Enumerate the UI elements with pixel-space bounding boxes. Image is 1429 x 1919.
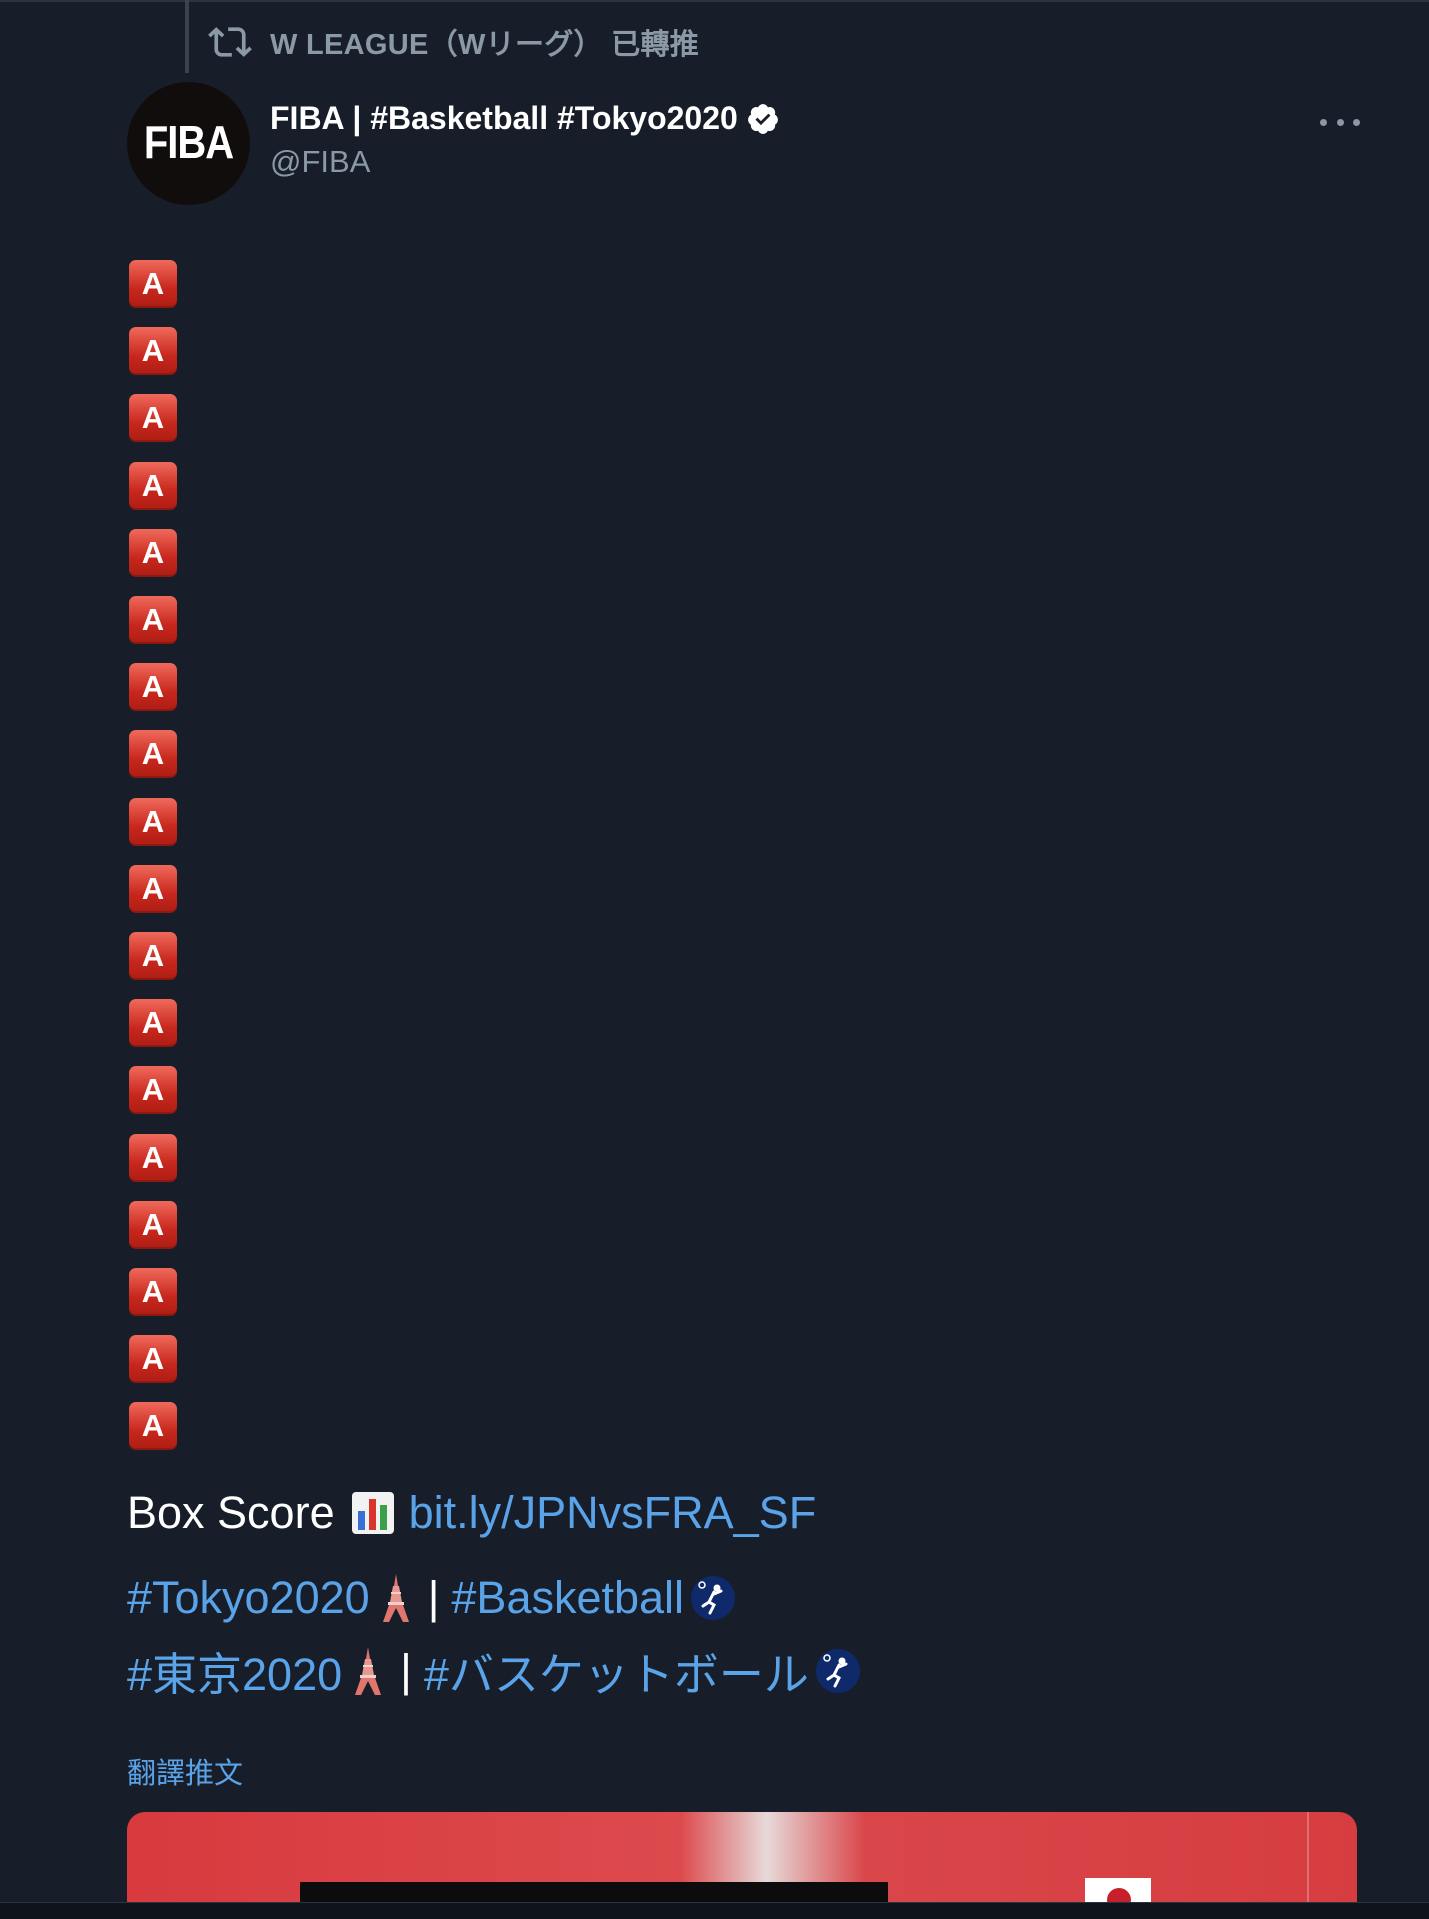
a-button-emoji-icon: A [129, 932, 177, 980]
verified-badge-icon [747, 103, 778, 134]
a-emoji-letter: A [141, 1072, 165, 1107]
more-icon-dot [1353, 118, 1360, 126]
a-button-emoji-icon: A [129, 327, 177, 375]
more-options-button[interactable] [1320, 102, 1360, 142]
bottom-bar [0, 1902, 1429, 1919]
author-name-row[interactable]: FIBA | #Basketball #Tokyo2020 [270, 100, 780, 137]
a-emoji-letter: A [141, 804, 165, 839]
a-button-emoji-icon: A [129, 260, 177, 308]
hashtag-separator: | [427, 1572, 440, 1623]
box-score-line: Box Score bit.ly/JPNvsFRA_SF [127, 1487, 816, 1539]
a-button-emoji-icon: A [129, 1066, 177, 1114]
a-emoji-letter: A [141, 871, 165, 906]
a-emoji-letter: A [141, 602, 165, 637]
a-button-emoji-icon: A [129, 798, 177, 846]
a-button-emoji-icon: A [129, 596, 177, 644]
hashtag-tokyo2020-jp[interactable]: #東京2020 [127, 1638, 342, 1703]
a-button-emoji-icon: A [129, 394, 177, 442]
translate-tweet-link[interactable]: 翻譯推文 [127, 1750, 243, 1792]
hashtag-separator: | [400, 1644, 412, 1696]
hashtag-basketball-jp[interactable]: #バスケットボール [424, 1638, 809, 1703]
a-emoji-letter: A [141, 736, 165, 771]
avatar[interactable]: FIBA [127, 82, 250, 205]
basketball-pictogram-icon [815, 1648, 860, 1693]
hashtag-line-1: #Tokyo2020 | #Basketball [127, 1572, 736, 1624]
a-emoji-letter: A [141, 1005, 165, 1040]
more-icon-dot [1336, 118, 1344, 126]
a-emoji-letter: A [141, 1341, 165, 1376]
retweet-icon [208, 27, 252, 57]
hashtag-basketball[interactable]: #Basketball [451, 1572, 684, 1624]
a-emoji-letter: A [141, 1274, 165, 1309]
avatar-logo: FIBA [143, 117, 234, 169]
a-button-emoji-icon: A [129, 1268, 177, 1316]
box-score-link[interactable]: bit.ly/JPNvsFRA_SF [409, 1487, 817, 1539]
a-button-emoji-icon: A [129, 1335, 177, 1383]
hashtag-tokyo2020[interactable]: #Tokyo2020 [127, 1572, 370, 1624]
a-button-emoji-icon: A [129, 1134, 177, 1182]
a-button-emoji-icon: A [129, 529, 177, 577]
a-button-emoji-icon: A [129, 663, 177, 711]
a-button-emoji-icon: A [129, 462, 177, 510]
tweet-page: W LEAGUE（Wリーグ） 已轉推 FIBA FIBA | #Basketba… [0, 0, 1429, 1919]
a-emoji-letter: A [141, 938, 165, 973]
hashtag-line-2: #東京2020 | #バスケットボール [127, 1638, 861, 1703]
tokyo-tower-icon [382, 1574, 409, 1622]
a-emoji-letter: A [141, 266, 165, 301]
basketball-pictogram-icon [691, 1576, 736, 1620]
bar-chart-icon [351, 1492, 394, 1534]
a-emoji-letter: A [141, 468, 165, 503]
more-icon [1320, 118, 1327, 126]
retweet-context[interactable]: W LEAGUE（Wリーグ） 已轉推 [208, 20, 699, 64]
a-emoji-letter: A [141, 1207, 165, 1242]
thread-line [185, 0, 189, 73]
author-handle[interactable]: @FIBA [270, 144, 370, 180]
tokyo-tower-icon [355, 1646, 382, 1695]
a-emoji-letter: A [141, 333, 165, 368]
a-emoji-letter: A [141, 535, 165, 570]
top-divider [0, 0, 1429, 2]
a-button-emoji-icon: A [129, 999, 177, 1047]
a-emoji-letter: A [141, 1140, 165, 1175]
a-button-emoji-icon: A [129, 1201, 177, 1249]
a-emoji-letter: A [141, 1408, 165, 1443]
a-emoji-letter: A [141, 400, 165, 435]
a-button-emoji-icon: A [129, 730, 177, 778]
a-emoji-letter: A [141, 669, 165, 704]
display-name[interactable]: FIBA | #Basketball #Tokyo2020 [270, 100, 738, 137]
a-button-emoji-icon: A [129, 1402, 177, 1450]
retweet-label: W LEAGUE（Wリーグ） 已轉推 [270, 29, 700, 61]
box-score-label: Box Score [127, 1487, 335, 1538]
a-button-emoji-icon: A [129, 865, 177, 913]
